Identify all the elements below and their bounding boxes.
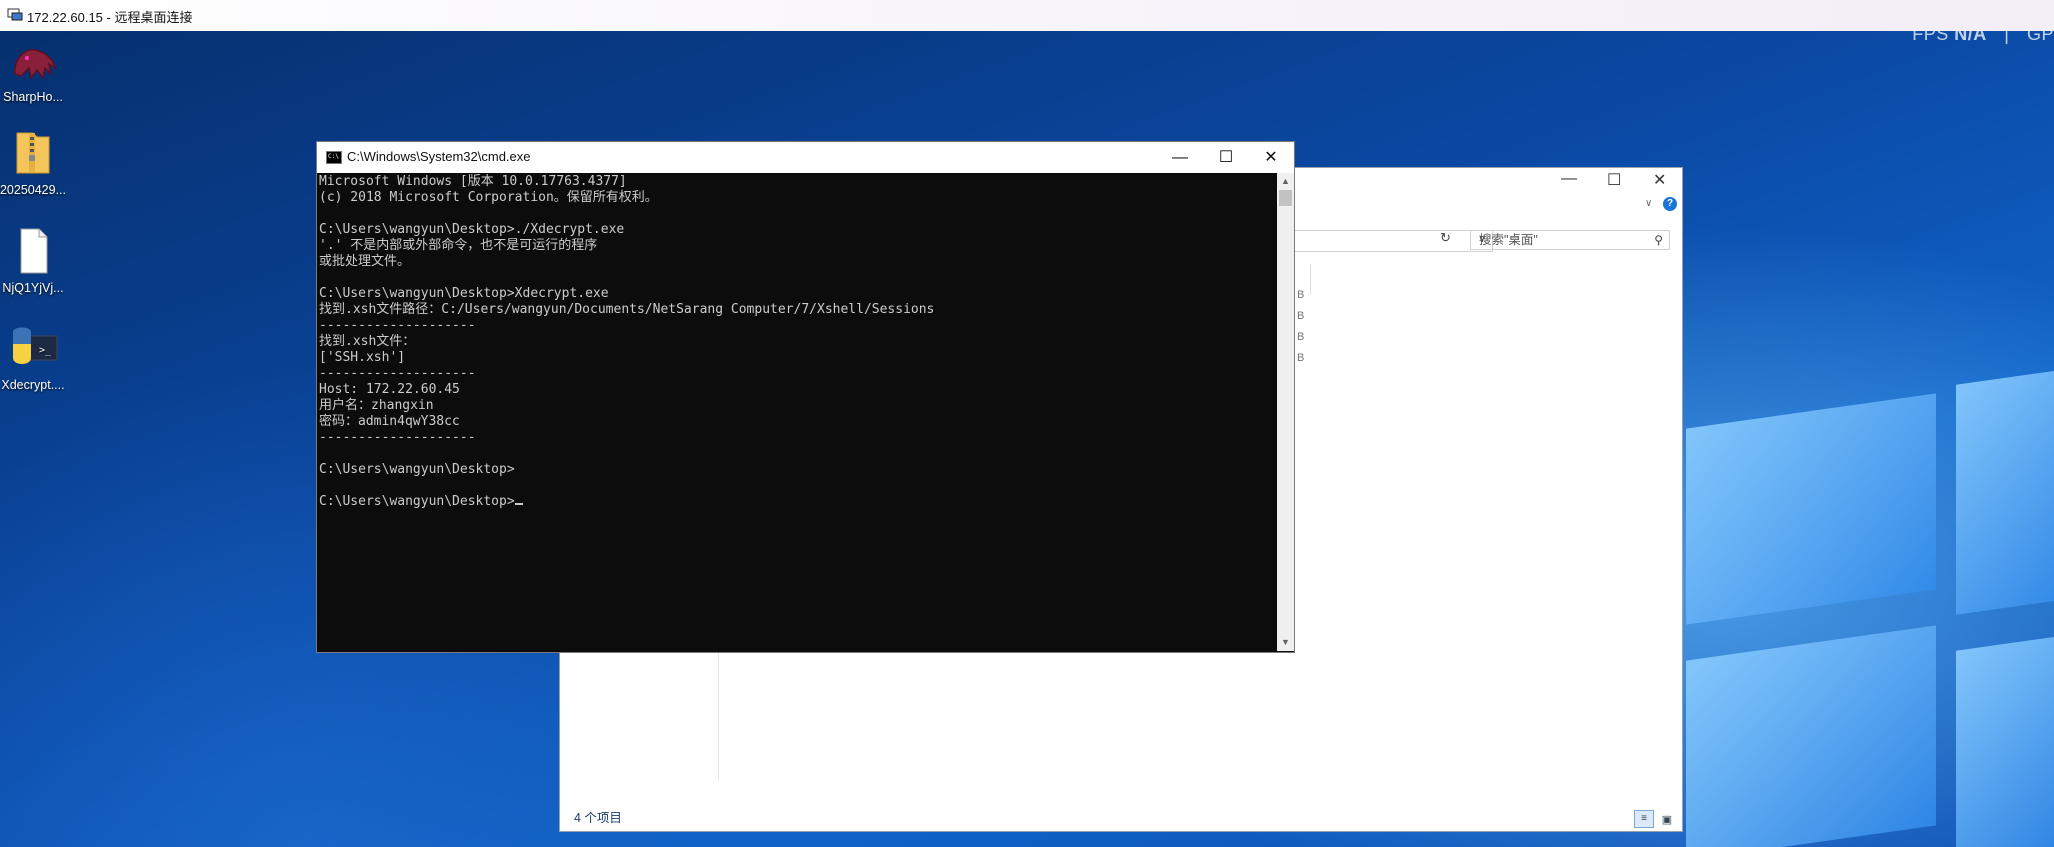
fps-value: N/A (1954, 31, 1987, 44)
scroll-thumb[interactable] (1279, 190, 1292, 206)
dragon-app-icon (14, 49, 57, 80)
file-size-cell: B (1297, 352, 1305, 364)
desktop-icon-xdecrypt[interactable]: >_ Xdecrypt.... (0, 322, 68, 392)
explorer-close-button[interactable]: ✕ (1653, 170, 1666, 190)
status-item-count: 4 个项目 (574, 811, 622, 825)
console-line: C:\Users\wangyun\Desktop>./Xdecrypt.exe (319, 222, 625, 237)
address-bar[interactable]: ∨ (1287, 230, 1493, 252)
large-icons-view-icon[interactable]: ▣ (1658, 812, 1676, 828)
desktop-icon-label: NjQ1YjVj... (2, 281, 64, 295)
cmd-maximize-button[interactable]: ☐ (1203, 142, 1249, 173)
console-line: -------------------- (319, 430, 476, 445)
console-line: 或批处理文件。 (319, 254, 411, 269)
scroll-down-arrow-icon[interactable]: ▼ (1277, 634, 1294, 651)
search-placeholder: 搜索"桌面" (1479, 233, 1538, 247)
scroll-up-arrow-icon[interactable]: ▲ (1277, 173, 1294, 190)
column-divider (1310, 264, 1311, 294)
file-size-cell: B (1297, 331, 1305, 343)
cmd-close-button[interactable]: ✕ (1248, 142, 1294, 173)
cmd-title-bar[interactable]: C:\Windows\System32\cmd.exe — ☐ ✕ (317, 142, 1294, 173)
wallpaper-logo-pane (1686, 625, 1936, 847)
console-line: C:\Users\wangyun\Desktop>Xdecrypt.exe (319, 286, 609, 301)
desktop-icon-label: Xdecrypt.... (1, 378, 65, 392)
details-view-icon[interactable]: ≡ (1634, 810, 1654, 828)
console-line: 用户名：zhangxin (319, 398, 434, 413)
console-line: ['SSH.xsh'] (319, 350, 406, 365)
file-size-cell: B (1297, 310, 1305, 322)
wallpaper-logo-pane (1686, 393, 1936, 625)
cmd-minimize-button[interactable]: — (1157, 142, 1203, 173)
text-cursor (514, 503, 523, 505)
cmd-window-title: C:\Windows\System32\cmd.exe (347, 149, 531, 164)
console-line: C:\Users\wangyun\Desktop> (319, 494, 1274, 510)
desktop-icon-label: 20250429... (0, 183, 67, 197)
wallpaper-logo-pane (1956, 369, 2054, 615)
rdp-window-title: 172.22.60.15 - 远程桌面连接 (27, 10, 193, 25)
file-size-cell: B (1297, 289, 1305, 301)
explorer-maximize-button[interactable]: ☐ (1607, 170, 1621, 190)
desktop-icon-label: SharpHo... (3, 90, 63, 104)
svg-text:>_: >_ (39, 345, 52, 356)
console-line: C:\Users\wangyun\Desktop> (319, 462, 515, 477)
blank-file-icon (20, 228, 48, 274)
gpu-label: GP (2026, 31, 2054, 44)
wallpaper-logo-pane (1956, 635, 2054, 847)
search-icon: ⚲ (1654, 233, 1663, 247)
console-line: 密码：admin4qwY38cc (319, 414, 460, 429)
remote-desktop-icon (7, 8, 23, 21)
python-exe-icon: >_ (13, 327, 58, 364)
console-line: 找到.xsh文件路径：C:/Users/wangyun/Documents/Ne… (319, 302, 935, 317)
fps-overlay: FPS N/A | GP (1912, 31, 2054, 45)
console-line: 找到.xsh文件： (319, 334, 416, 349)
remote-desktop: FPS N/A | GP SharpHo... 20250429... NjQ1… (0, 31, 2054, 847)
console-output[interactable]: Microsoft Windows [版本 10.0.17763.4377] (c… (319, 174, 1274, 650)
explorer-minimize-button[interactable]: — (1561, 170, 1577, 188)
cmd-icon (326, 151, 342, 164)
desktop-icon-file[interactable]: NjQ1YjVj... (0, 225, 68, 295)
fps-label: FPS (1912, 31, 1949, 44)
cmd-scrollbar[interactable]: ▲ ▼ (1277, 173, 1294, 651)
overlay-separator: | (2004, 31, 2010, 44)
console-line: -------------------- (319, 318, 476, 333)
console-line: -------------------- (319, 366, 476, 381)
refresh-icon[interactable]: ↻ (1440, 230, 1451, 246)
console-line: '.' 不是内部或外部命令，也不是可运行的程序 (319, 238, 598, 253)
console-line: Microsoft Windows [版本 10.0.17763.4377] (319, 174, 627, 189)
ribbon-expand-icon[interactable]: ∨ (1645, 198, 1652, 209)
cmd-window[interactable]: C:\Windows\System32\cmd.exe — ☐ ✕ Micros… (316, 141, 1295, 653)
search-input[interactable]: 搜索"桌面" ⚲ (1470, 230, 1670, 250)
rdp-title-bar: 172.22.60.15 - 远程桌面连接 (0, 0, 2054, 32)
help-icon[interactable]: ? (1663, 197, 1677, 211)
zip-folder-icon (16, 132, 50, 174)
desktop-icon-zip[interactable]: 20250429... (0, 127, 68, 197)
desktop-icon-sharphound[interactable]: SharpHo... (0, 34, 68, 104)
console-line: Host: 172.22.60.45 (319, 382, 460, 397)
console-line: (c) 2018 Microsoft Corporation。保留所有权利。 (319, 190, 658, 205)
